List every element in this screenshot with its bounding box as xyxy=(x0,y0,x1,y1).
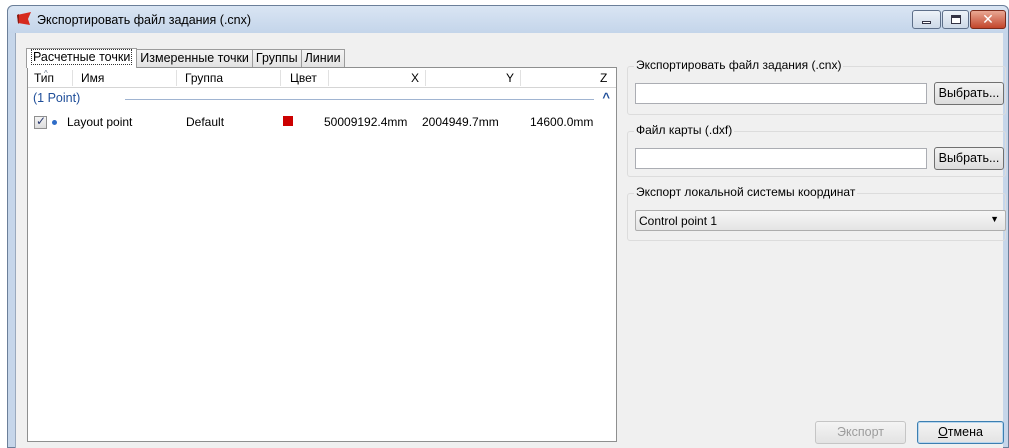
export-file-group: Экспортировать файл задания (.cnx) Выбра… xyxy=(627,58,1006,115)
grid-header: Тип ^ Имя Группа Цвет X Y Z xyxy=(28,68,616,88)
export-button[interactable]: Экспорт xyxy=(815,421,906,444)
title-bar[interactable]: Экспортировать файл задания (.cnx) ✕ xyxy=(8,6,1008,33)
local-cs-label: Экспорт локальной системы координат xyxy=(634,185,858,199)
column-header-group[interactable]: Группа xyxy=(185,71,223,85)
points-grid[interactable]: Тип ^ Имя Группа Цвет X Y Z (1 Point) ^ xyxy=(27,67,617,442)
tab-groups[interactable]: Группы xyxy=(251,49,302,67)
row-checkbox[interactable]: ✓ xyxy=(34,114,47,129)
window-title: Экспортировать файл задания (.cnx) xyxy=(37,13,252,27)
point-dot-icon xyxy=(52,120,57,125)
cell-y: 2004949.7mm xyxy=(422,115,499,129)
color-swatch xyxy=(283,116,293,126)
export-file-path-input[interactable] xyxy=(635,83,927,104)
group-header-row[interactable]: (1 Point) ^ xyxy=(28,90,616,108)
cell-name: Layout point xyxy=(67,115,133,129)
export-file-browse-button[interactable]: Выбрать... xyxy=(934,82,1004,105)
column-header-y[interactable]: Y xyxy=(506,71,514,85)
column-header-z[interactable]: Z xyxy=(600,71,607,85)
column-header-color[interactable]: Цвет xyxy=(290,71,317,85)
minimize-icon xyxy=(922,21,931,24)
tab-measured-points[interactable]: Измеренные точки xyxy=(136,49,253,67)
tab-label: Расчетные точки xyxy=(31,49,133,65)
tab-strip: Расчетные точки Измеренные точки Группы … xyxy=(26,48,345,68)
maximize-button[interactable] xyxy=(942,10,969,29)
column-header-x[interactable]: X xyxy=(411,71,419,85)
column-header-name[interactable]: Имя xyxy=(81,71,104,85)
map-file-group: Файл карты (.dxf) Выбрать... xyxy=(627,123,1006,177)
close-button[interactable]: ✕ xyxy=(970,10,1006,29)
maximize-icon xyxy=(950,15,961,24)
local-cs-group: Экспорт локальной системы координат Cont… xyxy=(627,185,1006,241)
map-file-path-input[interactable] xyxy=(635,148,927,169)
local-cs-selected: Control point 1 xyxy=(639,214,718,228)
tab-computed-points[interactable]: Расчетные точки xyxy=(26,48,138,68)
chevron-up-icon[interactable]: ^ xyxy=(602,90,610,105)
chevron-down-icon: ▼ xyxy=(990,214,999,224)
cancel-label-rest: тмена xyxy=(947,425,983,439)
export-file-label: Экспортировать файл задания (.cnx) xyxy=(634,58,844,72)
cancel-button[interactable]: Отмена xyxy=(917,421,1004,444)
close-icon: ✕ xyxy=(982,11,994,28)
minimize-button[interactable] xyxy=(912,10,941,29)
dialog-body: Расчетные точки Измеренные точки Группы … xyxy=(15,33,1006,448)
table-row[interactable]: ✓ Layout point Default 50009192.4mm 2004… xyxy=(28,113,616,131)
cell-z: 14600.0mm xyxy=(530,115,594,129)
red-flag-icon xyxy=(17,12,31,25)
group-divider xyxy=(125,99,594,100)
cell-group: Default xyxy=(186,115,225,129)
export-dialog-window: Экспортировать файл задания (.cnx) ✕ Рас… xyxy=(7,5,1009,448)
cell-x: 50009192.4mm xyxy=(324,115,408,129)
group-label: (1 Point) xyxy=(33,91,81,105)
tab-lines[interactable]: Линии xyxy=(300,49,345,67)
sort-ascending-icon: ^ xyxy=(44,69,48,78)
local-cs-dropdown[interactable]: Control point 1 ▼ xyxy=(635,210,1006,231)
map-file-browse-button[interactable]: Выбрать... xyxy=(934,147,1004,170)
cancel-accelerator: О xyxy=(938,425,948,439)
column-header-type[interactable]: Тип ^ xyxy=(34,69,54,85)
checkmark-icon: ✓ xyxy=(36,114,47,128)
map-file-label: Файл карты (.dxf) xyxy=(634,123,735,137)
